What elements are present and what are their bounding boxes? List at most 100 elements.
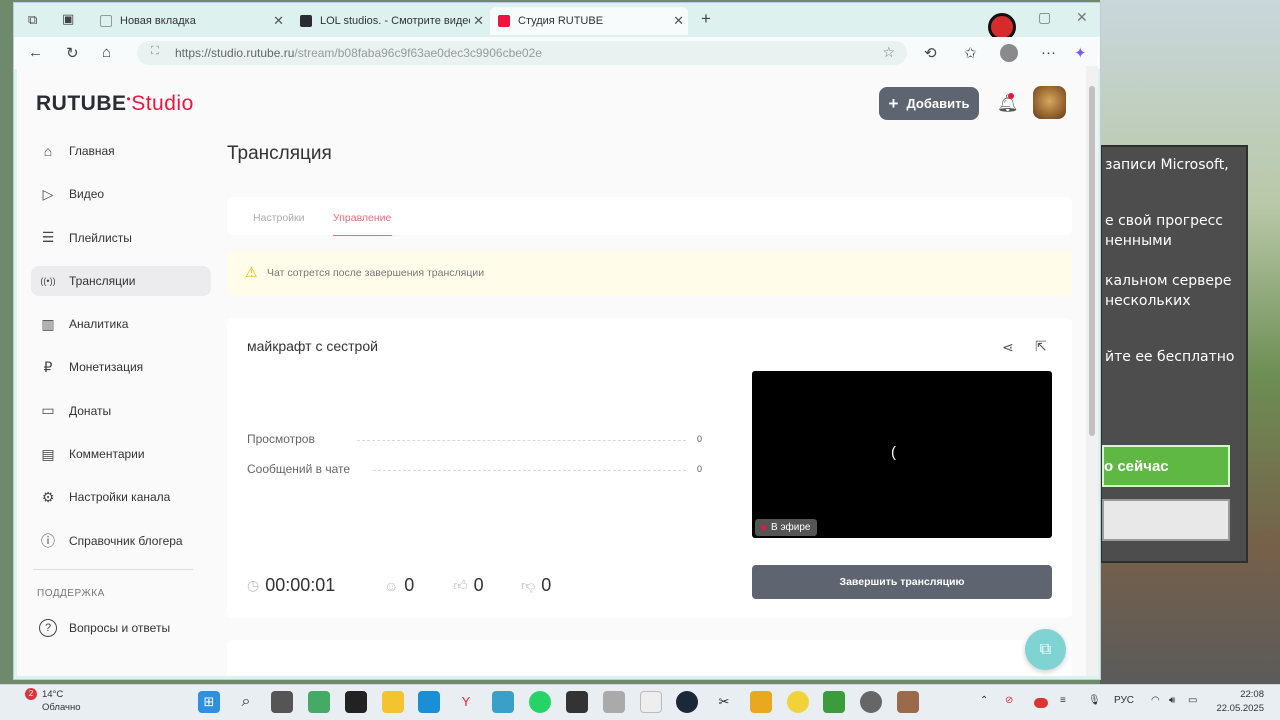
stat-views: Просмотров 0 — [247, 432, 702, 446]
copilot-icon[interactable]: ✦ — [1074, 44, 1087, 62]
yandex-icon[interactable]: Y — [455, 691, 477, 713]
steam-icon[interactable] — [676, 691, 698, 713]
app-icon[interactable] — [750, 691, 772, 713]
site-info-icon[interactable]: ⛶ — [151, 45, 159, 58]
app-icon[interactable] — [566, 691, 588, 713]
battery-icon[interactable]: ▭ — [1188, 695, 1197, 706]
studio-page: RUTUBE•Studio + Добавить 🔔︎ ⌂ Главная ▷ … — [17, 66, 1087, 676]
bg-white-button[interactable] — [1102, 499, 1230, 541]
duration-metric: ◷ 00:00:01 — [247, 575, 335, 596]
file-explorer-icon[interactable] — [382, 691, 404, 713]
maximize-icon[interactable]: ▢ — [1038, 9, 1051, 26]
chat-button[interactable]: ⧉ — [1025, 629, 1066, 670]
page-scrollbar[interactable] — [1086, 66, 1098, 676]
favorites-icon[interactable]: ✩ — [964, 44, 977, 62]
document-icon[interactable] — [640, 691, 662, 713]
avatar[interactable] — [1033, 86, 1066, 119]
minecraft-launcher-icon[interactable] — [897, 691, 919, 713]
sidebar-item-home[interactable]: ⌂ Главная — [31, 136, 211, 166]
profile-icon[interactable] — [1000, 44, 1018, 62]
tab-management[interactable]: Управление — [333, 212, 391, 224]
sidebar-item-playlists[interactable]: ☰ Плейлисты — [31, 223, 211, 253]
home-icon[interactable]: ⌂ — [102, 44, 111, 61]
sidebar-item-faq[interactable]: ? Вопросы и ответы — [31, 613, 211, 643]
page-title: Трансляция — [227, 143, 332, 164]
close-icon[interactable]: ✕ — [673, 13, 684, 29]
obs-icon[interactable] — [860, 691, 882, 713]
tab-actions-icon[interactable]: ▣ — [62, 11, 74, 27]
sidebar-item-video[interactable]: ▷ Видео — [31, 179, 211, 209]
playlist-icon: ☰ — [41, 229, 55, 246]
gear-icon: ⚙ — [41, 488, 55, 505]
stat-label: Просмотров — [247, 432, 315, 446]
tab-settings[interactable]: Настройки — [253, 212, 305, 224]
bg-green-button[interactable]: о сейчас — [1102, 445, 1230, 487]
next-card — [227, 640, 1072, 676]
rutube-studio-logo[interactable]: RUTUBE•Studio — [36, 92, 194, 116]
wifi-icon[interactable]: ◠ — [1151, 695, 1160, 706]
bg-text: ненными — [1105, 233, 1172, 249]
more-menu-icon[interactable]: ··· — [1041, 44, 1056, 61]
sidebar-divider — [33, 568, 193, 570]
add-button[interactable]: + Добавить — [879, 87, 979, 120]
sidebar-item-donations[interactable]: ▭ Донаты — [31, 396, 211, 426]
sidebar-item-comments[interactable]: ▤ Комментарии — [31, 439, 211, 469]
sidebar-item-broadcasts[interactable]: ((•)) Трансляции — [31, 265, 211, 296]
close-icon[interactable]: ✕ — [273, 13, 284, 29]
bg-text: кальном сервере — [1105, 273, 1232, 289]
back-icon[interactable]: ← — [28, 44, 43, 61]
favorite-star-icon[interactable]: ☆ — [882, 44, 895, 61]
extensions-icon[interactable]: ⟲ — [924, 44, 937, 62]
volume-icon[interactable]: 🔊︎ — [1169, 695, 1175, 706]
whatsapp-icon[interactable] — [529, 691, 551, 713]
app-icon[interactable] — [308, 691, 330, 713]
close-icon[interactable]: ✕ — [473, 13, 484, 29]
microphone-icon[interactable]: 🎙︎ — [1088, 695, 1101, 706]
tray-app-icon[interactable]: ≡ — [1060, 695, 1066, 706]
plus-icon: + — [888, 93, 899, 113]
stat-label: Сообщений в чате — [247, 462, 351, 476]
close-window-icon[interactable]: ✕ — [1076, 9, 1088, 26]
app-icon[interactable] — [787, 691, 809, 713]
sidebar-item-analytics[interactable]: ▥ Аналитика — [31, 309, 211, 339]
sidebar-item-blogger-guide[interactable]: ⓘ Справочник блогера — [31, 526, 211, 556]
language-indicator[interactable]: РУС — [1114, 695, 1134, 706]
store-icon[interactable] — [492, 691, 514, 713]
capcut-icon[interactable]: ✂ — [713, 691, 735, 713]
tab-rutube-studio[interactable]: Студия RUTUBE ✕ — [490, 7, 688, 35]
dislikes-metric: 👎︎ 0 — [521, 575, 551, 596]
rutube-icon — [300, 15, 312, 27]
search-icon[interactable]: ⌕ — [235, 691, 257, 713]
end-broadcast-button[interactable]: Завершить трансляцию — [752, 565, 1052, 599]
stream-preview-player[interactable]: ( В эфире — [752, 371, 1052, 538]
app-icon[interactable] — [345, 691, 367, 713]
clock-date: 22.05.2025 — [1216, 703, 1264, 714]
workspaces-icon[interactable]: ⧉ — [28, 12, 37, 28]
sidebar-item-channel-settings[interactable]: ⚙ Настройки канала — [31, 482, 211, 512]
tab-new[interactable]: Новая вкладка ✕ — [92, 7, 288, 35]
viewers-metric: ☺ 0 — [384, 575, 414, 596]
tray-toggle-icon[interactable] — [1034, 698, 1048, 708]
logo-main: RUTUBE — [36, 92, 127, 115]
minecraft-icon[interactable] — [823, 691, 845, 713]
edge-icon[interactable] — [418, 691, 440, 713]
tab-lol-studios[interactable]: LOL studios. - Смотрите видео о... ✕ — [292, 7, 488, 35]
task-view-icon[interactable] — [271, 691, 293, 713]
external-link-icon[interactable]: ⇱ — [1035, 338, 1047, 355]
chevron-up-icon[interactable]: ⌃ — [980, 695, 988, 706]
new-tab-button[interactable]: + — [701, 9, 711, 29]
share-icon[interactable]: ⋖ — [1002, 339, 1014, 356]
scrollbar-thumb[interactable] — [1089, 86, 1095, 436]
weather-widget[interactable]: 2 14°C Облачно — [25, 688, 81, 714]
tray-app-icon[interactable]: ⊘ — [1005, 695, 1013, 706]
app-icon[interactable] — [603, 691, 625, 713]
url-input[interactable]: ⛶ https://studio.rutube.ru/stream/b08fab… — [137, 41, 907, 65]
sidebar-item-monetization[interactable]: ₽ Монетизация — [31, 352, 211, 382]
sidebar-item-label: Плейлисты — [69, 230, 132, 245]
refresh-icon[interactable]: ↻ — [66, 44, 79, 62]
sidebar-item-label: Видео — [69, 187, 105, 202]
sidebar: ⌂ Главная ▷ Видео ☰ Плейлисты ((•)) Тран… — [31, 136, 211, 656]
clock[interactable]: 22:08 22.05.2025 — [1214, 688, 1264, 716]
stream-card: майкрафт с сестрой ⋖ ⇱ Просмотров 0 Сооб… — [227, 318, 1072, 618]
start-icon[interactable]: ⊞ — [198, 691, 220, 713]
